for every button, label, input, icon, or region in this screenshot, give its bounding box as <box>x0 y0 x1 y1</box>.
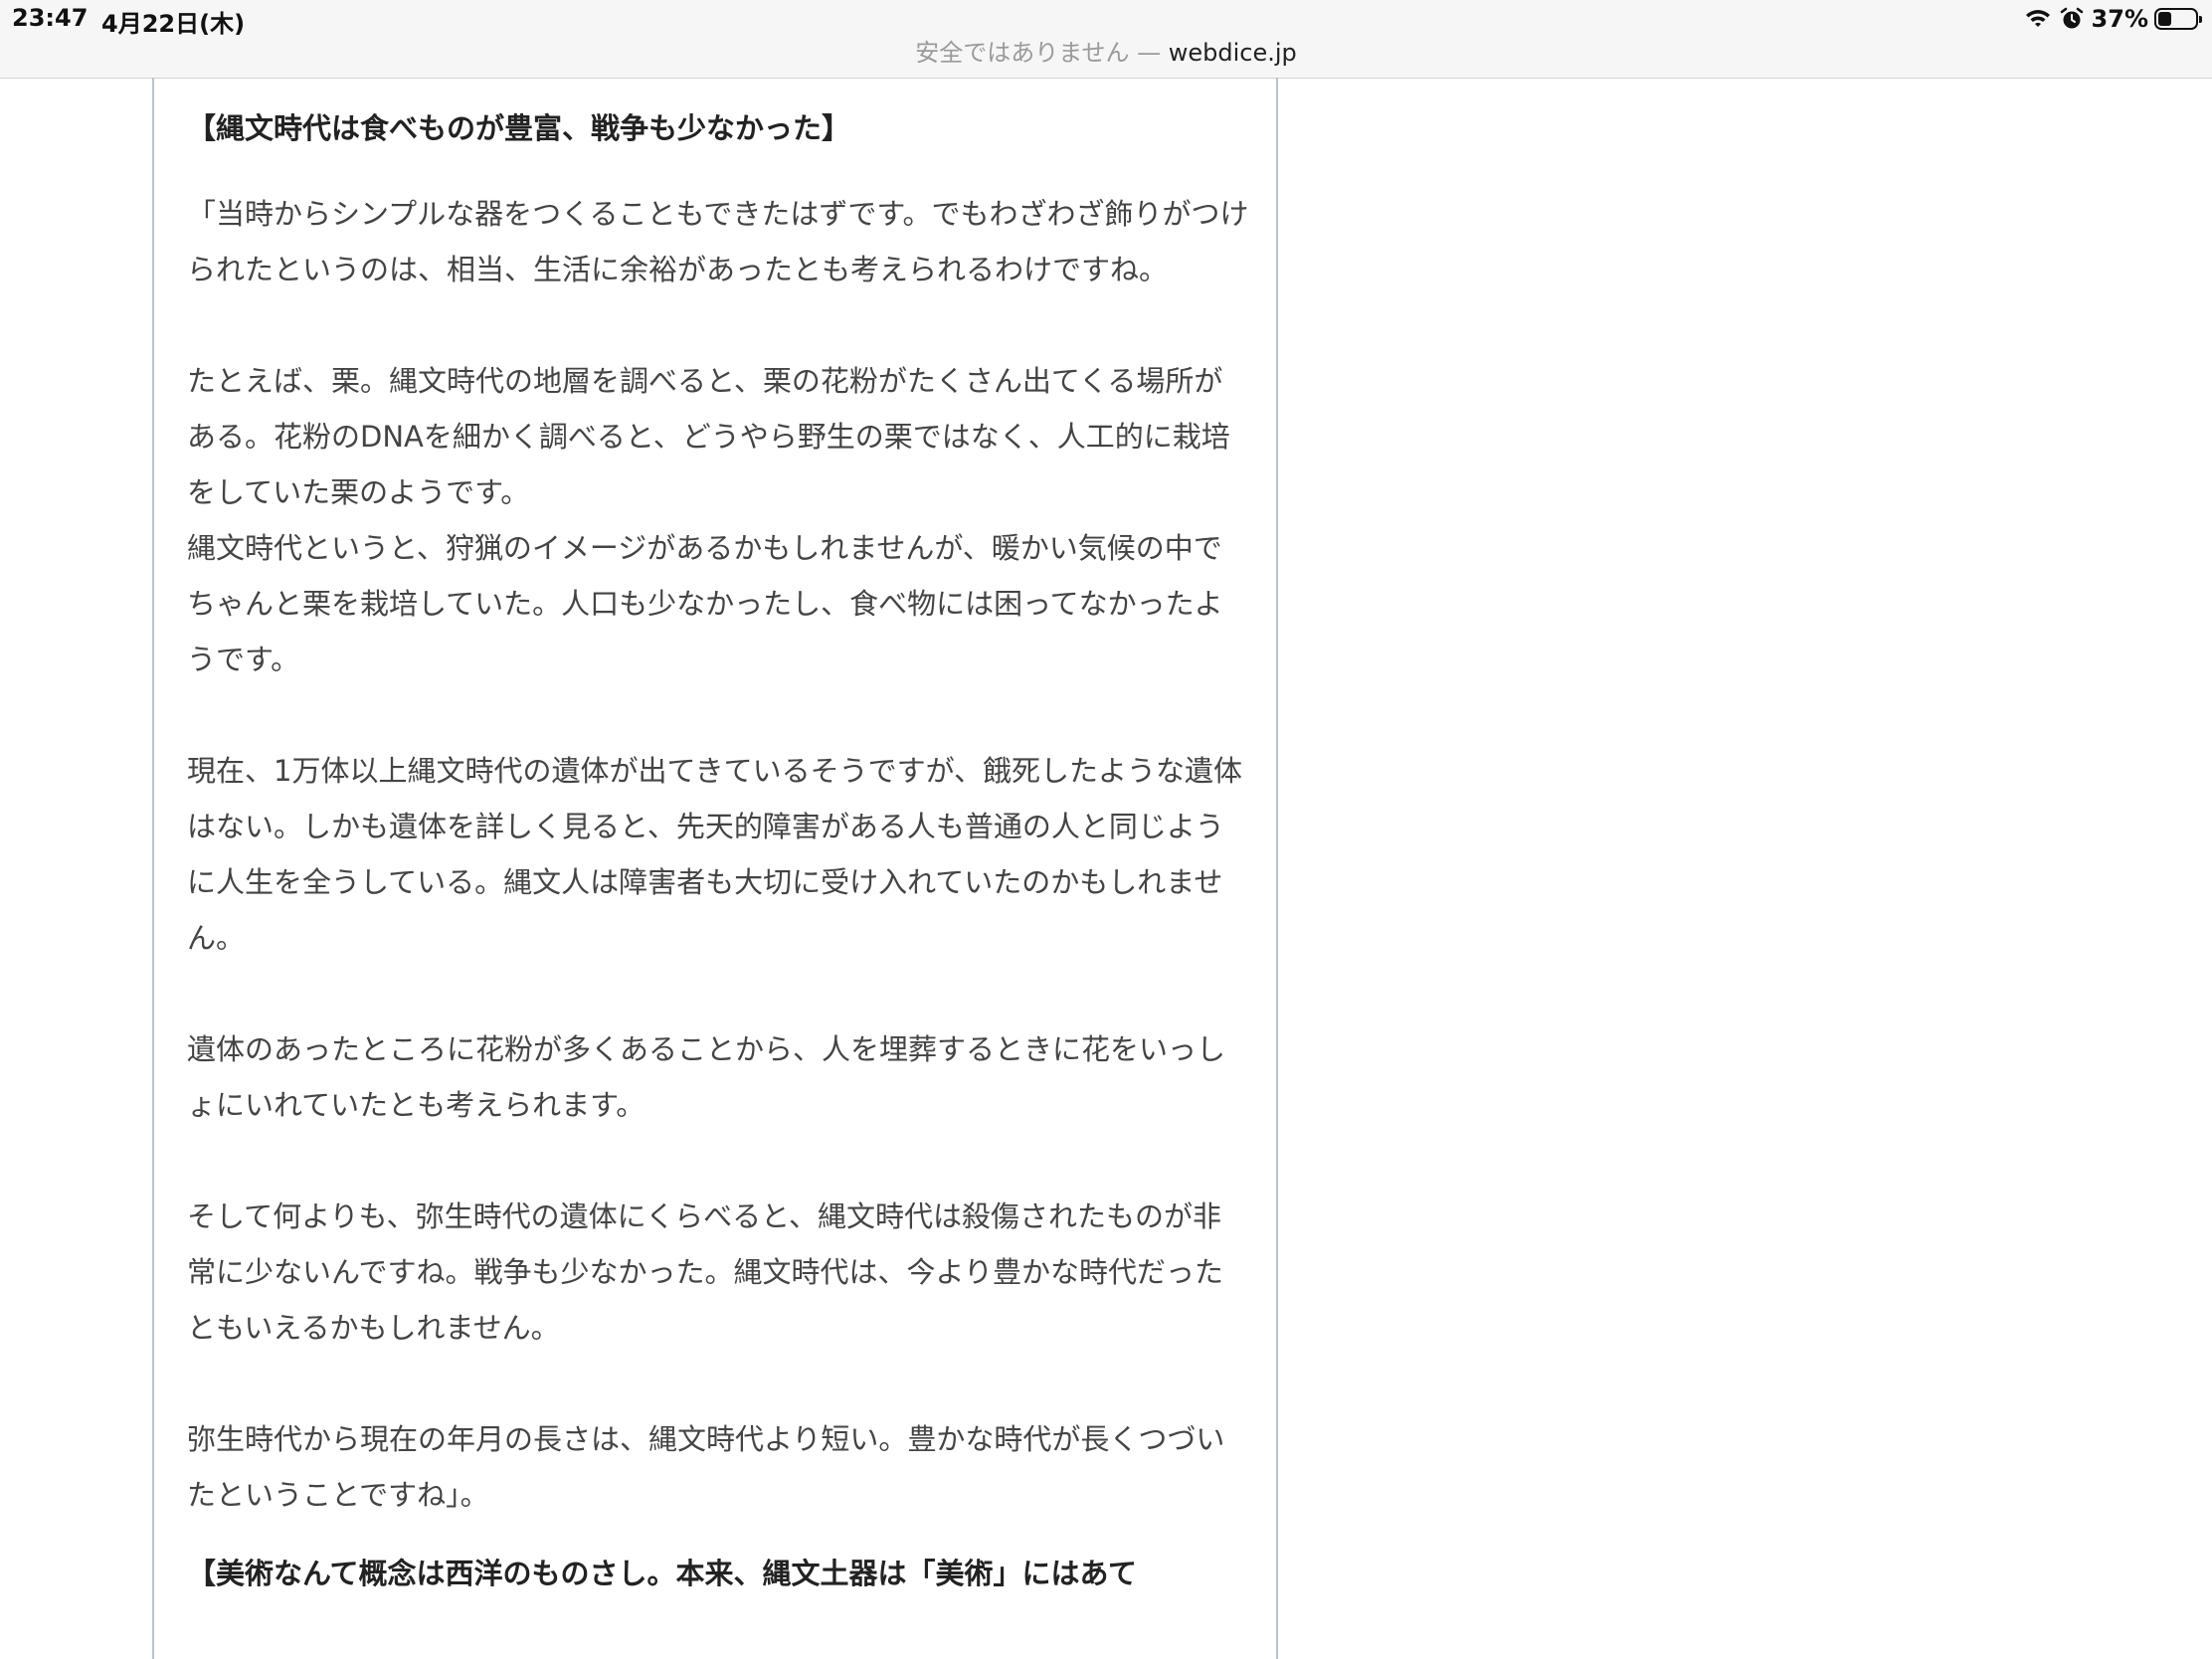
address-domain: webdice.jp <box>1168 39 1297 67</box>
paragraph: 縄文時代というと、狩猟のイメージがあるかもしれませんが、暖かい気候の中でちゃんと… <box>187 531 1223 676</box>
paragraph: 「当時からシンプルな器をつくることもできたはずです。でもわざわざ飾りがつけられた… <box>187 197 1249 286</box>
security-warning: 安全ではありません <box>915 39 1130 67</box>
paragraph: 遺体のあったところに花粉が多くあることから、人を埋葬するときに花をいっしょにいれ… <box>187 1032 1226 1122</box>
status-indicators: 37% <box>2024 2 2202 36</box>
section-heading-next: 【美術なんて概念は西洋のものさし。本来、縄文土器は「美術」にはあて <box>187 1557 1137 1590</box>
battery-percentage: 37% <box>2091 5 2148 33</box>
paragraph: 現在、1万体以上縄文時代の遺体が出てきているそうですが、餓死したような遺体はない… <box>187 754 1243 955</box>
browser-top-bar: 23:47 4月22日(木) 37% 安全ではありません — webdice.j… <box>0 0 2212 79</box>
wifi-icon <box>2025 10 2050 27</box>
battery-icon <box>2154 8 2202 30</box>
paragraph: たとえば、栗。縄文時代の地層を調べると、栗の花粉がたくさん出てくる場所がある。花… <box>187 364 1230 509</box>
address-bar[interactable]: 安全ではありません — webdice.jp <box>0 36 2212 70</box>
battery-cap <box>2199 16 2202 23</box>
article-body: 【縄文時代は食べものが豊富、戦争も少なかった】 「当時からシンプルな器をつくるこ… <box>187 109 1249 1592</box>
battery-fill <box>2158 12 2172 26</box>
section-heading: 【縄文時代は食べものが豊富、戦争も少なかった】 <box>187 111 851 145</box>
paragraph: 弥生時代から現在の年月の長さは、縄文時代より短い。豊かな時代が長くつづいたという… <box>187 1422 1225 1512</box>
status-time: 23:47 <box>12 4 89 32</box>
status-date: 4月22日(木) <box>101 10 246 38</box>
address-separator: — <box>1137 39 1162 67</box>
article-column: 【縄文時代は食べものが豊富、戦争も少なかった】 「当時からシンプルな器をつくるこ… <box>152 78 1278 1659</box>
alarm-icon <box>2060 7 2083 29</box>
paragraph: そして何よりも、弥生時代の遺体にくらべると、縄文時代は殺傷されたものが非常に少な… <box>187 1199 1223 1345</box>
